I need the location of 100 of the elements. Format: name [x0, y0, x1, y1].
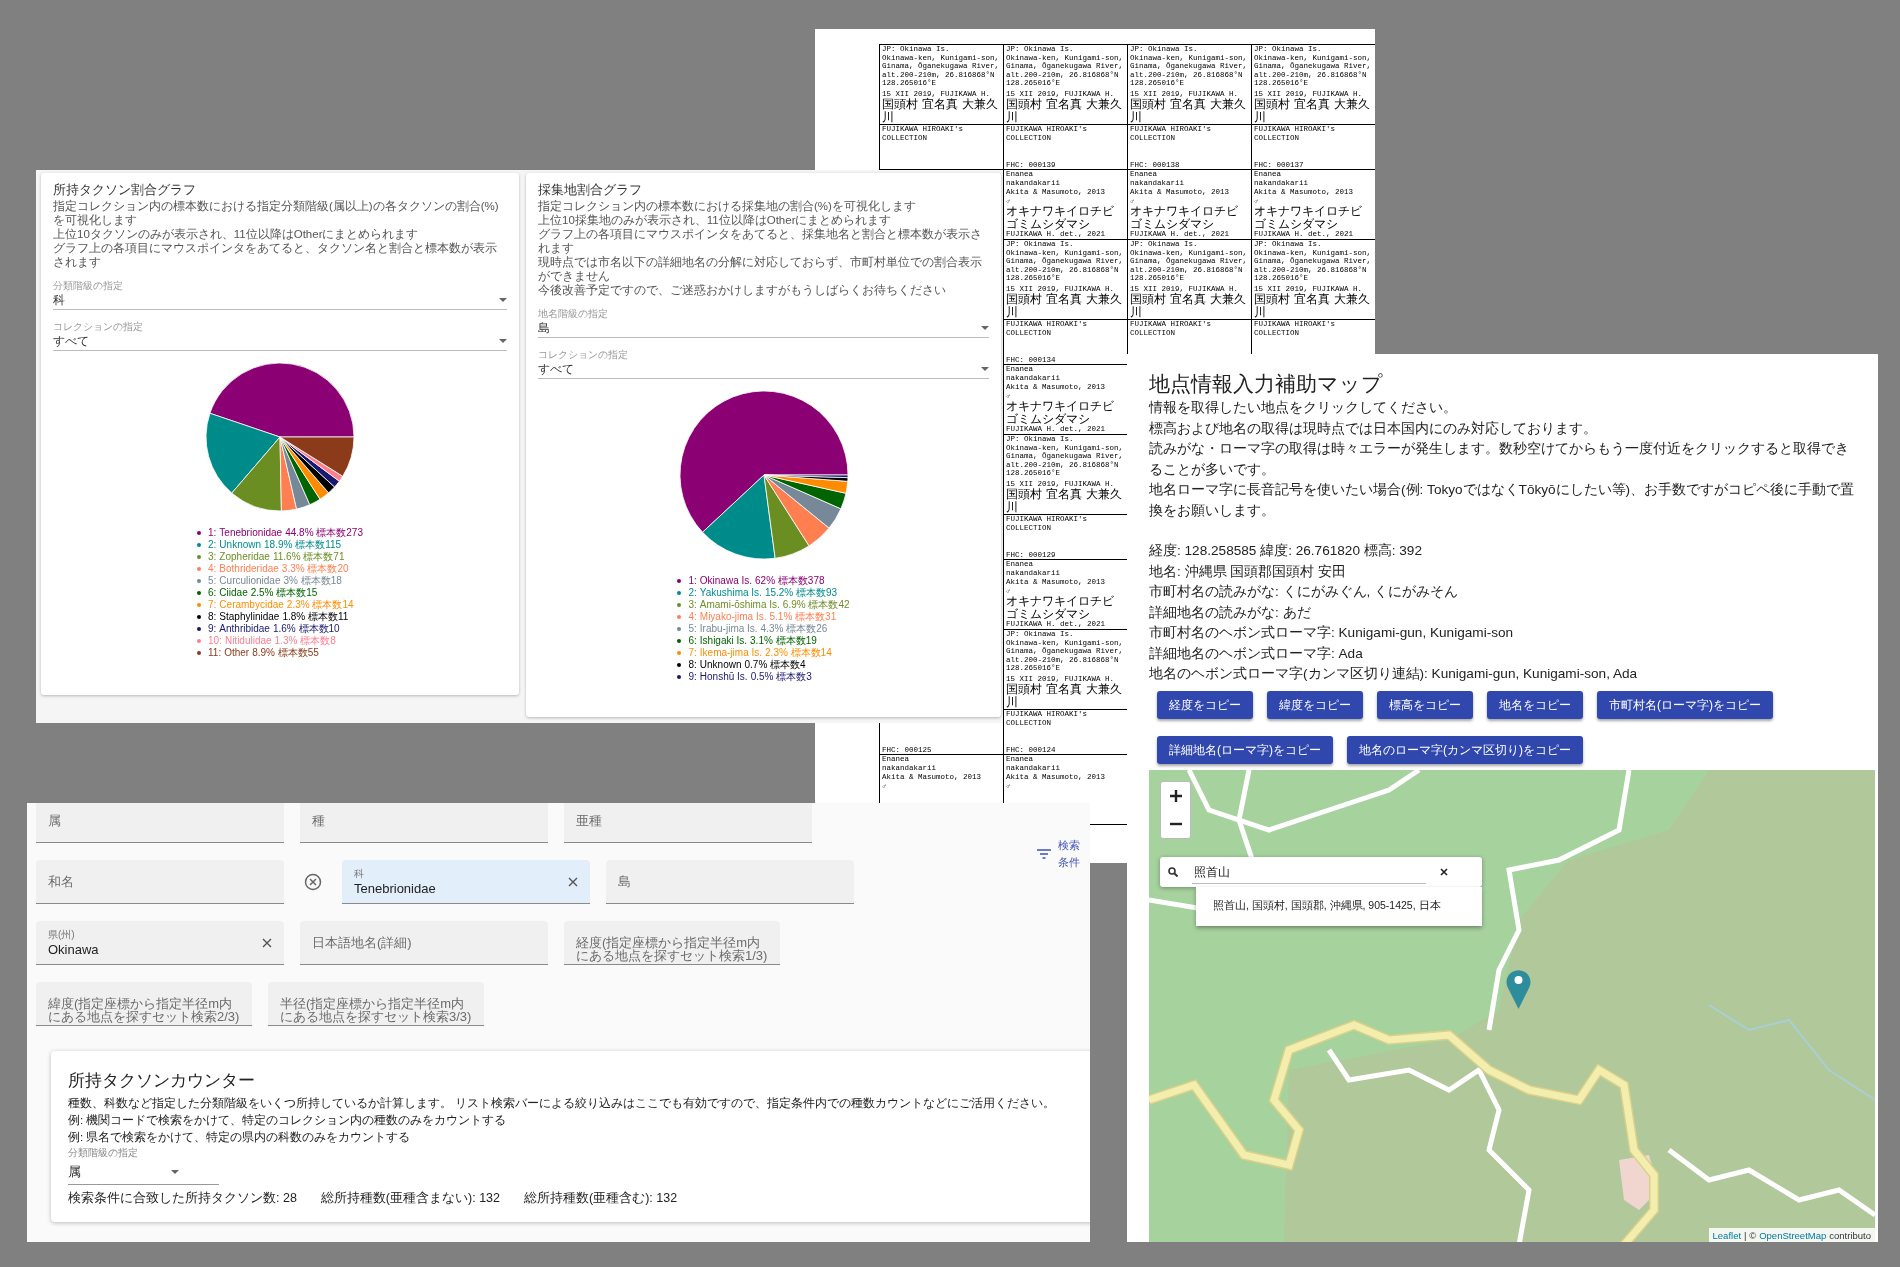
select-field[interactable]: コレクションの指定 すべて	[538, 348, 989, 379]
label-line: 国頭村 宜名真 大兼久川	[1254, 293, 1371, 318]
copy-button[interactable]: 詳細地名(ローマ字)をコピー	[1157, 735, 1333, 764]
info-text: 詳細地名のヘボン式ローマ字: Ada	[1149, 644, 1364, 663]
info-text: 詳細地名の読みがな: あだ	[1149, 603, 1312, 622]
legend-label: 11: Other 8.9% 標本数55	[208, 647, 319, 659]
info-text: 市町村名の読みがな: くにがみぐん, くにがみそん	[1149, 583, 1460, 601]
info-text: 地名のヘボン式ローマ字(カンマ区切り連結): Kunigami-gun, Kunigami-son, Ada	[1149, 665, 1639, 683]
legend-label: 8: Staphylinidae 1.8% 標本数11	[208, 611, 349, 623]
legend-label: 6: Ishigaki Is. 3.1% 標本数19	[688, 635, 817, 647]
legend-label: 3: Zopheridae 11.6% 標本数71	[208, 551, 345, 563]
select-field[interactable]: 分類階級の指定 属	[68, 1146, 219, 1185]
close-icon[interactable]	[1440, 867, 1448, 876]
description-text: 地名ローマ字に長音記号を使いたい場合(例: TokyoではなくTōkyōにしたい等)、お手数ですがコピペ後に手動で置換をお願いします。	[1149, 481, 1856, 520]
legend-label: 1: Okinawa Is. 62% 標本数378	[688, 575, 825, 587]
link[interactable]: OpenStreetMap	[1759, 1229, 1827, 1242]
label-line: 国頭村 宜名真 大兼久川	[1006, 98, 1123, 123]
legend-label: 5: Irabu-jima Is. 4.3% 標本数26	[688, 623, 828, 635]
select-field[interactable]: 地名階級の指定 島	[538, 307, 989, 338]
label-line: オキナワキイロチビゴミムシダマシ	[1130, 205, 1239, 230]
filter-icon	[1037, 849, 1051, 859]
label-line: 国頭村 宜名真 大兼久川	[882, 98, 999, 123]
description-text: 例: 県名で検索をかけて、特定の県内の科数のみをカウントする	[68, 1130, 412, 1145]
description-text: グラフ上の各項目にマウスポインタをあてると、採集地名と割合と標本数が表示されます	[538, 227, 983, 255]
panel-title: 所持タクソンカウンター	[68, 1070, 256, 1092]
description-text: 指定コレクション内の標本数における指定分類階級(属以上)の各タクソンの割合(%)を可視化します	[53, 199, 500, 227]
attribution-text: contributo	[1829, 1229, 1871, 1242]
map-pin-icon[interactable]	[1506, 967, 1531, 1009]
copy-button[interactable]: 標高をコピー	[1377, 690, 1473, 719]
description-text: 上位10タクソンのみが表示され、11位以降はOtherにまとめられます	[53, 227, 420, 241]
description-text: 種数、科数など指定した分類階級をいくつ所持しているか計算します。 リスト検索バーによる絞り込みはここでも有効ですので、指定条件内での種数カウントなどにご活用ください。	[68, 1096, 1057, 1112]
copy-button[interactable]: 市町村名(ローマ字)をコピー	[1597, 690, 1773, 719]
link[interactable]: Leaflet	[1712, 1229, 1742, 1242]
legend-label: 5: Curculionidae 3% 標本数18	[208, 575, 342, 587]
caret-icon	[171, 1170, 179, 1174]
text-field[interactable]: 科 Tenebrionidae	[342, 860, 590, 904]
panel-title: 所持タクソン割合グラフ	[53, 181, 197, 199]
description-text: 例: 機関コードで検索をかけて、特定のコレクション内の種数のみをカウントする	[68, 1113, 508, 1128]
result-text: 検索条件に合致した所持タクソン数: 28	[68, 1190, 297, 1207]
panel-title: 採集地割合グラフ	[538, 181, 643, 199]
copy-button[interactable]: 地名のローマ字(カンマ区切り)をコピー	[1347, 735, 1583, 764]
description-text: 情報を取得したい地点をクリックしてください。	[1149, 399, 1458, 417]
legend-label: 3: Amami-ōshima Is. 6.9% 標本数42	[688, 599, 850, 611]
search-icon[interactable]	[1168, 866, 1178, 877]
label-line: 国頭村 宜名真 大兼久川	[1130, 293, 1247, 318]
legend-label: 6: Ciidae 2.5% 標本数15	[208, 587, 318, 599]
legend-label: 7: Cerambycidae 2.3% 標本数14	[208, 599, 354, 611]
text-field[interactable]: 半径(指定座標から指定半径m内にある地点を探すセット検索3/3)	[268, 982, 484, 1026]
legend-label: 8: Unknown 0.7% 標本数4	[688, 659, 806, 671]
text-field[interactable]: 経度(指定座標から指定半径m内にある地点を探すセット検索1/3)	[564, 921, 780, 965]
select-field[interactable]: 分類階級の指定 科	[53, 279, 507, 310]
legend-label: 9: Anthribidae 1.6% 標本数10	[208, 623, 340, 635]
legend-label: 4: Bothrideridae 3.3% 標本数20	[208, 563, 349, 575]
caret-icon	[981, 326, 989, 330]
info-text: 経度: 128.258585 緯度: 26.761820 標高: 392	[1149, 542, 1423, 560]
plus-icon[interactable]	[1169, 789, 1182, 802]
label-line: 国頭村 宜名真 大兼久川	[1130, 98, 1247, 123]
info-text: 地名: 沖縄県 国頭郡国頭村 安田	[1149, 562, 1348, 581]
result-text: 総所持種数(亜種含まない): 132	[320, 1190, 500, 1207]
legend-label: 1: Tenebrionidae 44.8% 標本数273	[208, 527, 363, 539]
legend-label: 2: Yakushima Is. 15.2% 標本数93	[688, 587, 838, 599]
text-field[interactable]: 亜種	[564, 803, 812, 843]
text-field[interactable]: 日本語地名(詳細)	[300, 921, 548, 965]
legend-label: 7: Ikema-jima Is. 2.3% 標本数14	[688, 647, 832, 659]
panel-title: 地点情報入力補助マップ	[1149, 371, 1384, 397]
filter-button[interactable]: 検索条件	[1037, 837, 1081, 871]
label-line: オキナワキイロチビゴミムシダマシ	[1006, 595, 1115, 620]
select-field[interactable]: コレクションの指定 すべて	[53, 320, 507, 351]
text-field[interactable]: 種	[300, 803, 548, 843]
description-text: 読みがな・ローマ字の取得は時々エラーが発生します。数秒空けてからもう一度付近をクリックすると取得できることが多いです。	[1149, 440, 1850, 479]
cancel-icon[interactable]	[304, 873, 322, 891]
clear-icon[interactable]	[568, 876, 578, 887]
description-text: 指定コレクション内の標本数における採集地の割合(%)を可視化します	[538, 199, 917, 213]
legend-label: 9: Honshū Is. 0.5% 標本数3	[688, 671, 812, 683]
text-field[interactable]: 属	[36, 803, 284, 843]
copy-button[interactable]: 緯度をコピー	[1267, 690, 1363, 719]
legend-label: 10: Nitidulidae 1.3% 標本数8	[208, 635, 336, 647]
label-line: 国頭村 宜名真 大兼久川	[1254, 98, 1371, 123]
description-text: 今後改善予定ですので、ご迷惑おかけしますがもうしばらくお待ちください	[538, 283, 947, 297]
caret-icon	[499, 339, 507, 343]
legend-label: 2: Unknown 18.9% 標本数115	[208, 539, 342, 551]
description-text: 標高および地名の取得は現時点では日本国内にのみ対応しております。	[1149, 419, 1598, 438]
copy-button[interactable]: 地名をコピー	[1487, 690, 1583, 719]
text-field[interactable]: 県(州) Okinawa	[36, 921, 284, 965]
caret-icon	[981, 367, 989, 371]
text-field[interactable]: 緯度(指定座標から指定半径m内にある地点を探すセット検索2/3)	[36, 982, 252, 1026]
clear-icon[interactable]	[262, 937, 272, 948]
text-field[interactable]: 和名	[36, 860, 284, 904]
label-line: オキナワキイロチビゴミムシダマシ	[1254, 205, 1363, 230]
legend-label: 4: Miyako-jima Is. 5.1% 標本数31	[688, 611, 837, 623]
info-text: 市町村名のヘボン式ローマ字: Kunigami-gun, Kunigami-son	[1149, 624, 1515, 642]
search-result[interactable]: 照首山, 国頭村, 国頭郡, 沖縄県, 905-1425, 日本	[1196, 886, 1482, 926]
attribution-text: | ©	[1744, 1229, 1757, 1242]
label-line: オキナワキイロチビゴミムシダマシ	[1006, 205, 1115, 230]
caret-icon	[499, 298, 507, 302]
text-field[interactable]: 島	[606, 860, 854, 904]
copy-button[interactable]: 経度をコピー	[1157, 690, 1253, 719]
label-line: 国頭村 宜名真 大兼久川	[1006, 683, 1123, 708]
description-text: 上位10採集地のみが表示され、11位以降はOtherにまとめられます	[538, 213, 893, 227]
label-line: 国頭村 宜名真 大兼久川	[1006, 488, 1123, 513]
